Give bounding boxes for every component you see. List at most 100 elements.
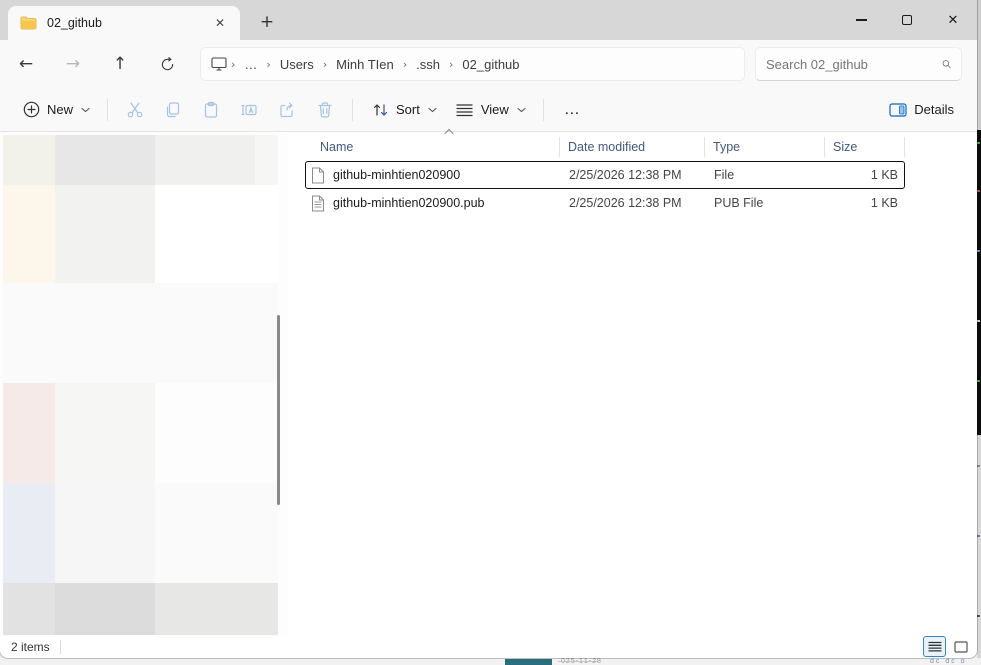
background-segment xyxy=(977,435,981,665)
sidebar-placeholder xyxy=(3,383,55,483)
large-icons-view-toggle[interactable] xyxy=(949,636,972,657)
refresh-icon xyxy=(160,57,175,72)
file-type: PUB File xyxy=(706,196,826,210)
rename-icon xyxy=(239,100,259,120)
sidebar-placeholder xyxy=(55,383,155,483)
copy-icon xyxy=(163,100,183,120)
text-file-icon xyxy=(311,195,325,212)
file-name: github-minhtien020900.pub xyxy=(333,196,485,210)
sidebar-placeholder xyxy=(155,483,278,583)
details-pane-label: Details xyxy=(914,102,954,117)
details-view-icon xyxy=(928,641,942,652)
window-controls: ✕ xyxy=(838,0,976,40)
minimize-icon xyxy=(856,19,867,20)
breadcrumb-item-ssh[interactable]: .ssh xyxy=(409,54,447,75)
up-button[interactable]: ↑ xyxy=(103,47,137,81)
file-size: 1 KB xyxy=(826,168,906,182)
explorer-tab[interactable]: 02_github ✕ xyxy=(8,6,240,40)
share-button[interactable] xyxy=(268,93,306,127)
sidebar-scrollbar[interactable] xyxy=(277,315,280,505)
sidebar-placeholder xyxy=(255,135,278,185)
sort-ascending-icon xyxy=(443,128,455,135)
sidebar-placeholder xyxy=(155,135,255,185)
refresh-button[interactable] xyxy=(150,47,184,81)
item-count: 2 items xyxy=(0,640,50,654)
chevron-right-icon: › xyxy=(264,58,272,71)
sort-button-label: Sort xyxy=(396,102,420,117)
navigation-bar: ← → ↑ › … › xyxy=(0,40,977,88)
tab-close-icon[interactable]: ✕ xyxy=(210,13,230,33)
tab-title: 02_github xyxy=(47,16,210,30)
sidebar-placeholder xyxy=(3,185,55,283)
address-bar[interactable]: › … › Users › Minh TIen › .ssh › 02_gith… xyxy=(200,47,745,81)
background-text-fragment: ̶0̶2̶5̶-̶1̶1̶-̶2̶8 xyxy=(560,658,602,665)
details-pane-button[interactable]: Details xyxy=(879,93,963,127)
navigation-sidebar[interactable] xyxy=(0,132,288,638)
details-view-toggle[interactable] xyxy=(923,636,946,657)
background-terminal-strip xyxy=(977,130,981,435)
rename-button[interactable] xyxy=(230,93,268,127)
status-bar: 2 items xyxy=(0,636,977,658)
maximize-icon xyxy=(902,15,912,25)
breadcrumb-item-user[interactable]: Minh TIen xyxy=(329,54,401,75)
file-size: 1 KB xyxy=(826,196,906,210)
sidebar-placeholder xyxy=(55,135,155,185)
view-icon xyxy=(455,100,475,120)
breadcrumb-item-users[interactable]: Users xyxy=(273,54,321,75)
copy-button[interactable] xyxy=(154,93,192,127)
file-date-modified: 2/25/2026 12:38 PM xyxy=(561,168,706,182)
file-row-github-minhtien020900[interactable]: github-minhtien020900 2/25/2026 12:38 PM… xyxy=(305,161,905,189)
search-box[interactable] xyxy=(755,47,962,81)
more-options-button[interactable]: … xyxy=(552,101,593,119)
file-row-github-minhtien020900-pub[interactable]: github-minhtien020900.pub 2/25/2026 12:3… xyxy=(305,189,905,217)
view-button[interactable]: View xyxy=(446,93,535,127)
close-button[interactable]: ✕ xyxy=(930,0,976,40)
trash-icon xyxy=(315,100,335,120)
sidebar-placeholder xyxy=(3,583,55,635)
background-right-strip xyxy=(977,0,981,665)
forward-button[interactable]: → xyxy=(56,47,90,81)
folder-icon xyxy=(20,16,37,30)
view-toggles xyxy=(923,636,972,657)
maximize-button[interactable] xyxy=(884,0,930,40)
paste-button[interactable] xyxy=(192,93,230,127)
sidebar-placeholder xyxy=(155,383,278,483)
sidebar-placeholder xyxy=(3,135,55,185)
content-area: Name Date modified Type Size github-minh… xyxy=(0,132,977,638)
chevron-right-icon: › xyxy=(321,58,329,71)
background-bottom-strip: ̶0̶2̶5̶-̶1̶1̶-̶2̶8 dc dc o xyxy=(0,658,981,665)
new-plus-icon xyxy=(21,100,41,120)
new-tab-button[interactable]: + xyxy=(254,10,280,34)
minimize-button[interactable] xyxy=(838,0,884,40)
background-text-fragment: dc dc o xyxy=(930,658,967,665)
background-speck xyxy=(977,615,980,617)
nav-buttons: ← → ↑ xyxy=(9,47,184,81)
new-button[interactable]: New xyxy=(12,93,99,127)
toolbar-divider xyxy=(352,99,353,121)
sidebar-placeholder xyxy=(55,583,155,635)
new-button-label: New xyxy=(47,102,73,117)
breadcrumb-overflow[interactable]: … xyxy=(237,54,264,75)
delete-button[interactable] xyxy=(306,93,344,127)
background-speck xyxy=(977,465,980,467)
file-icon xyxy=(311,167,325,184)
search-input[interactable] xyxy=(766,57,942,72)
this-pc-icon xyxy=(209,54,229,74)
chevron-right-icon: › xyxy=(229,58,237,71)
breadcrumb-item-02-github[interactable]: 02_github xyxy=(455,54,526,75)
column-header-type[interactable]: Type xyxy=(705,137,825,157)
column-header-size[interactable]: Size xyxy=(825,137,905,157)
column-header-name[interactable]: Name xyxy=(305,137,560,157)
file-explorer-window: 02_github ✕ + ✕ ← → ↑ xyxy=(0,0,977,658)
column-header-date-modified[interactable]: Date modified xyxy=(560,137,705,157)
share-icon xyxy=(277,100,297,120)
background-segment xyxy=(977,0,981,130)
background-window-fragment xyxy=(505,659,552,665)
file-date-modified: 2/25/2026 12:38 PM xyxy=(561,196,706,210)
sort-button[interactable]: Sort xyxy=(361,93,446,127)
background-speck xyxy=(977,320,980,322)
large-icons-view-icon xyxy=(954,641,968,653)
back-button[interactable]: ← xyxy=(9,47,43,81)
status-divider xyxy=(60,640,61,654)
cut-button[interactable] xyxy=(116,93,154,127)
